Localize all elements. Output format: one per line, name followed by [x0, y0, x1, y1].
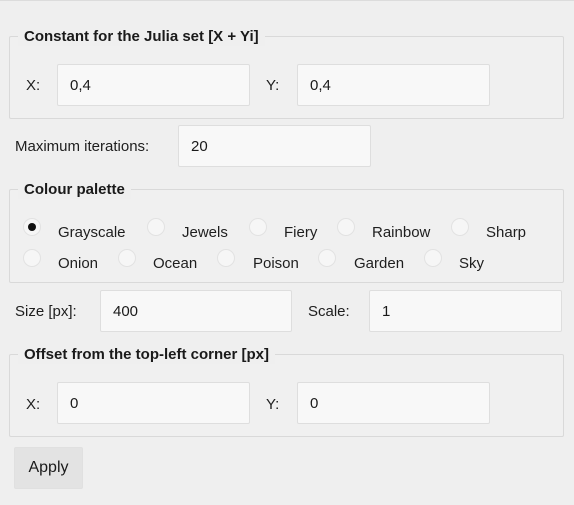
offset-legend: Offset from the top-left corner [px] [18, 346, 276, 364]
palette-label-poison[interactable]: Poison [253, 255, 299, 273]
palette-radio-onion[interactable] [23, 249, 41, 267]
palette-label-rainbow[interactable]: Rainbow [372, 224, 430, 242]
apply-button[interactable]: Apply [14, 447, 83, 489]
colour-palette-legend: Colour palette [18, 181, 131, 199]
palette-label-ocean[interactable]: Ocean [153, 255, 197, 273]
palette-label-sky[interactable]: Sky [459, 255, 484, 273]
scale-label: Scale: [308, 303, 350, 320]
palette-label-fiery[interactable]: Fiery [284, 224, 317, 242]
offset-x-label: X: [26, 396, 41, 413]
palette-radio-poison[interactable] [217, 249, 235, 267]
size-input[interactable] [100, 290, 292, 332]
julia-y-label: Y: [266, 77, 280, 94]
scale-input[interactable] [369, 290, 562, 332]
julia-y-input[interactable] [297, 64, 490, 106]
palette-radio-grayscale[interactable] [23, 218, 41, 236]
palette-radio-fiery[interactable] [249, 218, 267, 236]
palette-radio-sky[interactable] [424, 249, 442, 267]
palette-label-sharp[interactable]: Sharp [486, 224, 526, 242]
offset-y-input[interactable] [297, 382, 490, 424]
palette-radio-jewels[interactable] [147, 218, 165, 236]
offset-x-input[interactable] [57, 382, 250, 424]
julia-x-input[interactable] [57, 64, 250, 106]
palette-label-garden[interactable]: Garden [354, 255, 404, 273]
top-border [0, 0, 574, 1]
palette-radio-garden[interactable] [318, 249, 336, 267]
palette-radio-sharp[interactable] [451, 218, 469, 236]
offset-y-label: Y: [266, 396, 280, 413]
palette-label-jewels[interactable]: Jewels [182, 224, 228, 242]
max-iterations-input[interactable] [178, 125, 371, 167]
size-label: Size [px]: [15, 303, 77, 320]
max-iterations-label: Maximum iterations: [15, 138, 150, 155]
julia-constant-legend: Constant for the Julia set [X + Yi] [18, 28, 265, 46]
julia-x-label: X: [26, 77, 41, 94]
palette-label-onion[interactable]: Onion [58, 255, 98, 273]
palette-radio-rainbow[interactable] [337, 218, 355, 236]
palette-label-grayscale[interactable]: Grayscale [58, 224, 126, 242]
palette-radio-ocean[interactable] [118, 249, 136, 267]
